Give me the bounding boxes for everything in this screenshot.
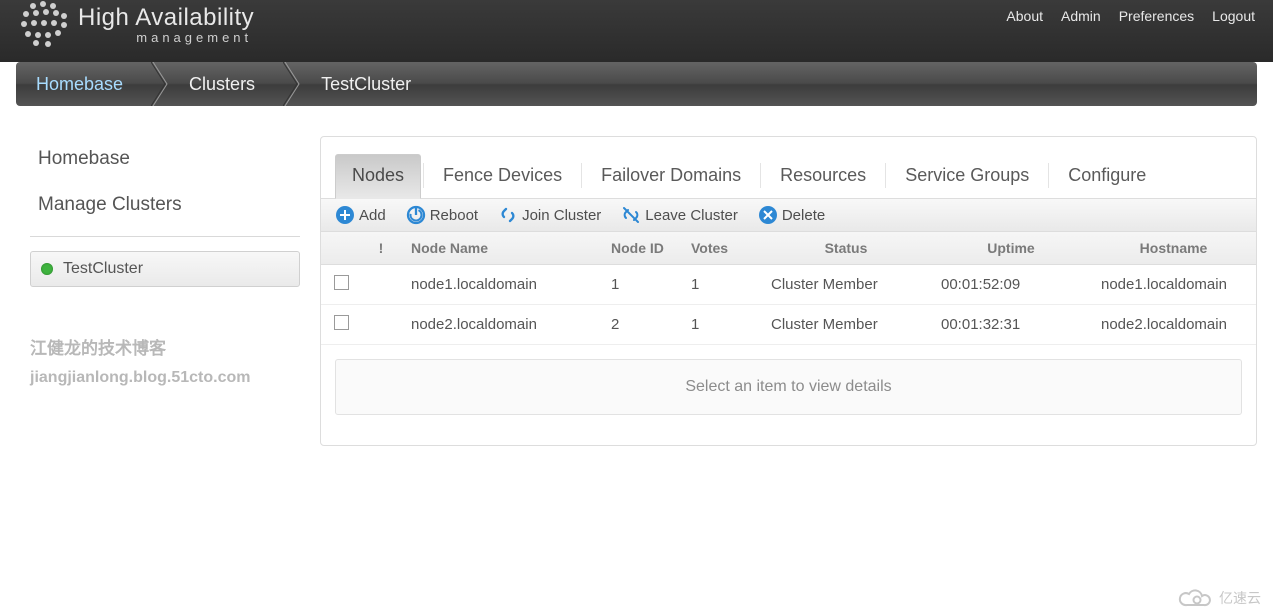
cell-hostname: node1.localdomain (1091, 265, 1256, 305)
cell-votes: 1 (681, 265, 761, 305)
footer-watermark-label: 亿速云 (1219, 588, 1261, 608)
footer-watermark: 亿速云 (1177, 587, 1261, 609)
leave-label: Leave Cluster (645, 207, 738, 224)
tab-service-groups[interactable]: Service Groups (888, 154, 1046, 199)
watermark-line1: 江健龙的技术博客 (30, 335, 300, 364)
topnav-admin[interactable]: Admin (1061, 8, 1101, 24)
nodes-table: ! Node Name Node ID Votes Status Uptime … (321, 232, 1256, 345)
reboot-label: Reboot (430, 207, 478, 224)
power-icon (406, 205, 426, 225)
divider (30, 236, 300, 237)
tab-nodes[interactable]: Nodes (335, 154, 421, 199)
table-row[interactable]: node1.localdomain 1 1 Cluster Member 00:… (321, 265, 1256, 305)
watermark-text: 江健龙的技术博客 jiangjianlong.blog.51cto.com (30, 335, 300, 391)
logo-block: High Availability management (18, 0, 254, 48)
breadcrumb-clusters[interactable]: Clusters (169, 62, 283, 106)
breadcrumb-homebase[interactable]: Homebase (16, 62, 151, 106)
content-panel: Nodes Fence Devices Failover Domains Res… (320, 136, 1257, 446)
logo-text: High Availability management (78, 0, 254, 45)
col-alert[interactable]: ! (361, 232, 401, 265)
divider (885, 163, 886, 188)
top-nav: About Admin Preferences Logout (1006, 0, 1255, 24)
cluster-name-label: TestCluster (63, 260, 143, 278)
tabs: Nodes Fence Devices Failover Domains Res… (321, 153, 1256, 199)
delete-button[interactable]: Delete (758, 205, 825, 225)
breadcrumb-current: TestCluster (301, 62, 439, 106)
cell-node-name: node2.localdomain (401, 305, 601, 345)
watermark-line2: jiangjianlong.blog.51cto.com (30, 364, 300, 391)
add-label: Add (359, 207, 386, 224)
header: High Availability management About Admin… (0, 0, 1273, 62)
row-checkbox[interactable] (334, 315, 349, 330)
link-icon (498, 205, 518, 225)
tab-fence-devices[interactable]: Fence Devices (426, 154, 579, 199)
cell-node-id: 2 (601, 305, 681, 345)
table-header-row: ! Node Name Node ID Votes Status Uptime … (321, 232, 1256, 265)
sidebar-item-homebase[interactable]: Homebase (30, 136, 300, 182)
logo-icon (18, 0, 68, 48)
status-dot-icon (41, 263, 53, 275)
row-checkbox[interactable] (334, 275, 349, 290)
cell-votes: 1 (681, 305, 761, 345)
join-label: Join Cluster (522, 207, 601, 224)
chevron-right-icon (151, 62, 169, 106)
reboot-button[interactable]: Reboot (406, 205, 478, 225)
plus-circle-icon (335, 205, 355, 225)
cell-node-id: 1 (601, 265, 681, 305)
cell-hostname: node2.localdomain (1091, 305, 1256, 345)
col-uptime[interactable]: Uptime (931, 232, 1091, 265)
table-row[interactable]: node2.localdomain 2 1 Cluster Member 00:… (321, 305, 1256, 345)
cell-status: Cluster Member (761, 265, 931, 305)
tab-failover-domains[interactable]: Failover Domains (584, 154, 758, 199)
chevron-right-icon (283, 62, 301, 106)
leave-cluster-button[interactable]: Leave Cluster (621, 205, 738, 225)
logo-subtitle: management (78, 30, 254, 45)
details-hint: Select an item to view details (335, 359, 1242, 415)
unlink-icon (621, 205, 641, 225)
breadcrumb: Homebase Clusters TestCluster (16, 62, 1257, 106)
main-wrap: Homebase Manage Clusters TestCluster 江健龙… (0, 106, 1273, 446)
col-hostname[interactable]: Hostname (1091, 232, 1256, 265)
divider (423, 163, 424, 188)
join-cluster-button[interactable]: Join Cluster (498, 205, 601, 225)
col-node-id[interactable]: Node ID (601, 232, 681, 265)
cell-node-name: node1.localdomain (401, 265, 601, 305)
cell-status: Cluster Member (761, 305, 931, 345)
sidebar-item-testcluster[interactable]: TestCluster (30, 251, 300, 287)
topnav-about[interactable]: About (1006, 8, 1043, 24)
cell-uptime: 00:01:32:31 (931, 305, 1091, 345)
topnav-logout[interactable]: Logout (1212, 8, 1255, 24)
delete-label: Delete (782, 207, 825, 224)
sidebar: Homebase Manage Clusters TestCluster 江健龙… (30, 136, 300, 446)
tab-configure[interactable]: Configure (1051, 154, 1163, 199)
cloud-icon (1177, 587, 1213, 609)
cell-uptime: 00:01:52:09 (931, 265, 1091, 305)
add-button[interactable]: Add (335, 205, 386, 225)
sidebar-item-manage-clusters[interactable]: Manage Clusters (30, 182, 300, 228)
logo-title: High Availability (78, 4, 254, 32)
topnav-preferences[interactable]: Preferences (1119, 8, 1194, 24)
col-votes[interactable]: Votes (681, 232, 761, 265)
col-status[interactable]: Status (761, 232, 931, 265)
divider (1048, 163, 1049, 188)
x-circle-icon (758, 205, 778, 225)
toolbar: Add Reboot Join Cluster (321, 199, 1256, 232)
tab-resources[interactable]: Resources (763, 154, 883, 199)
col-node-name[interactable]: Node Name (401, 232, 601, 265)
divider (581, 163, 582, 188)
divider (760, 163, 761, 188)
